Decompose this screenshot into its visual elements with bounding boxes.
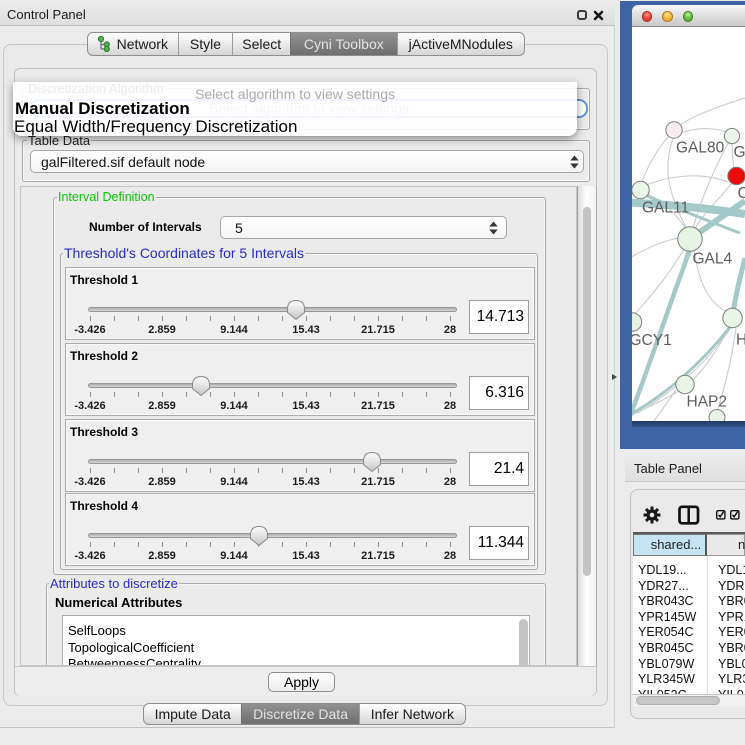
svg-text:C: C [738,185,745,202]
svg-text:HAP2: HAP2 [687,394,728,411]
svg-text:H: H [736,332,745,349]
svg-text:GAL11: GAL11 [642,200,689,217]
svg-text:GCY1: GCY1 [632,332,672,349]
svg-text:G.: G. [734,144,745,161]
svg-text:GAL4: GAL4 [693,251,733,268]
svg-text:GAL80: GAL80 [676,140,725,157]
